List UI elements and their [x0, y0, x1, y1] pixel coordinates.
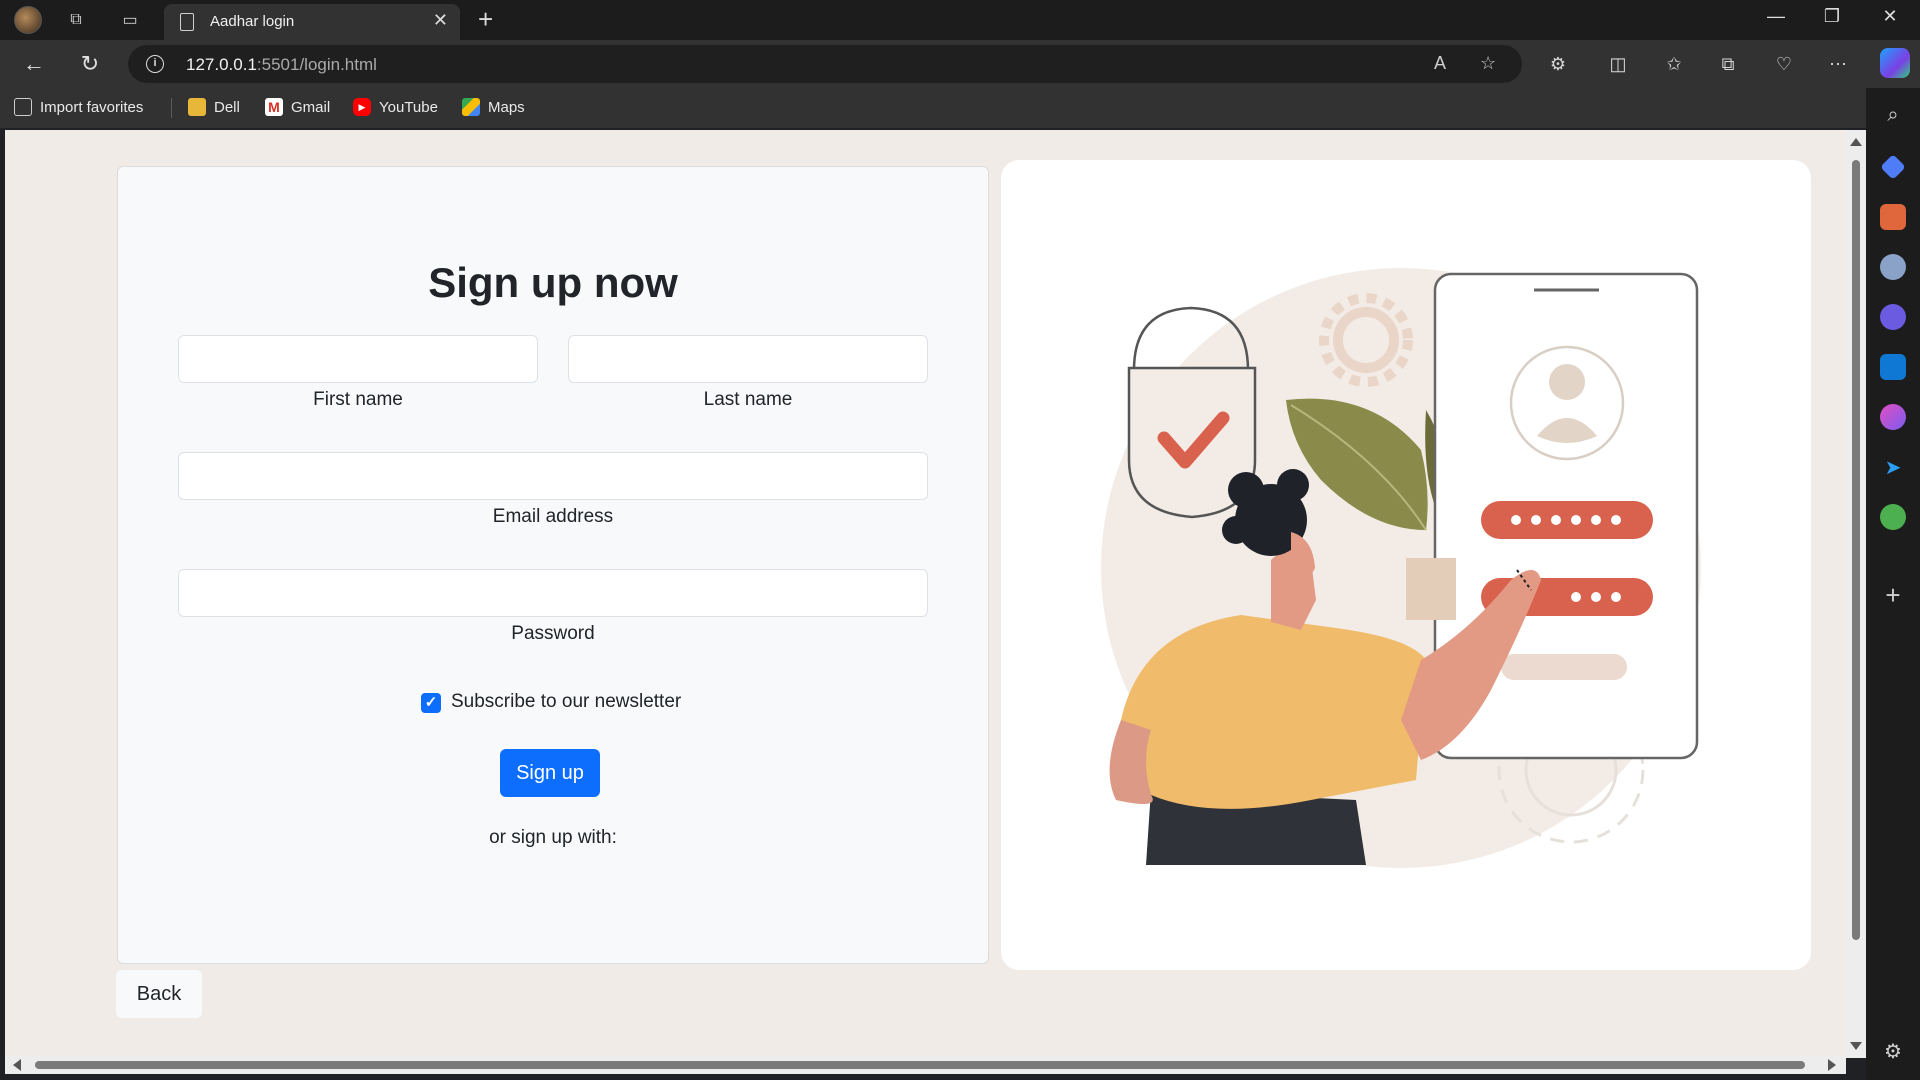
first-name-input[interactable]: [178, 335, 538, 383]
youtube-icon: ▶: [353, 98, 371, 116]
profile-avatar[interactable]: [14, 6, 42, 34]
vertical-scrollbar[interactable]: [1846, 130, 1866, 1058]
password-label: Password: [511, 623, 595, 644]
restore-button[interactable]: ❐: [1812, 6, 1852, 27]
info-icon[interactable]: i: [146, 55, 164, 73]
bookmarks-divider: [171, 98, 172, 118]
url-text: 127.0.0.1:5501/login.html: [186, 55, 377, 74]
newsletter-label[interactable]: Subscribe to our newsletter: [451, 691, 681, 713]
signup-card: Sign up now First name Last name Email a…: [117, 166, 989, 964]
extensions-icon[interactable]: ⚙: [1544, 50, 1572, 78]
send-icon[interactable]: ➤: [1880, 454, 1906, 480]
email-label: Email address: [492, 506, 614, 527]
vertical-scroll-thumb[interactable]: [1852, 160, 1860, 940]
bookmark-dell[interactable]: Dell: [188, 98, 240, 116]
more-icon[interactable]: ⋯: [1824, 50, 1852, 78]
read-aloud-icon[interactable]: A: [1434, 53, 1446, 74]
bookmark-gmail[interactable]: M Gmail: [265, 98, 330, 116]
copilot-icon[interactable]: [1880, 48, 1910, 78]
password-field[interactable]: [178, 569, 928, 617]
split-screen-icon[interactable]: ◫: [1604, 50, 1632, 78]
signup-illustration: [1001, 160, 1811, 970]
back-button[interactable]: Back: [116, 970, 202, 1018]
email-field[interactable]: [178, 452, 928, 500]
alt-signup-text: or sign up with:: [489, 827, 617, 848]
tab-aadhar-login[interactable]: Aadhar login ✕: [164, 4, 460, 40]
bookmark-youtube[interactable]: ▶ YouTube: [353, 98, 438, 116]
back-arrow-icon[interactable]: ←: [20, 50, 48, 78]
person-shirt: [1121, 615, 1426, 809]
maps-icon: [462, 98, 480, 116]
folder-icon: [188, 98, 206, 116]
tab-title: Aadhar login: [210, 13, 295, 30]
newsletter-checkbox[interactable]: ✓: [421, 693, 441, 713]
favorites-icon[interactable]: ✩: [1660, 50, 1688, 78]
tag-icon[interactable]: [1880, 154, 1906, 180]
last-name-input[interactable]: [568, 335, 928, 383]
scroll-down-icon[interactable]: [1850, 1042, 1862, 1050]
security-login-illustration: [1101, 268, 1701, 868]
tree-icon[interactable]: [1880, 504, 1906, 530]
navigation-bar: ← ↻ i 127.0.0.1:5501/login.html A ☆ ⚙ ◫ …: [0, 40, 1920, 88]
last-name-label: Last name: [703, 389, 793, 410]
bookmarks-bar: Import favorites Dell M Gmail ▶ YouTube …: [0, 88, 1880, 128]
vertical-tabs-icon[interactable]: ▭: [118, 8, 142, 32]
first-name-label: First name: [313, 389, 403, 410]
bookmark-maps[interactable]: Maps: [462, 98, 525, 116]
health-icon[interactable]: ♡: [1770, 50, 1798, 78]
scroll-left-icon[interactable]: [13, 1059, 21, 1071]
copilot-sidebar-icon[interactable]: [1880, 304, 1906, 330]
placeholder-bar: [1501, 654, 1627, 680]
gmail-icon: M: [265, 98, 283, 116]
import-favorites-link[interactable]: Import favorites: [14, 98, 143, 116]
outlook-icon[interactable]: [1880, 354, 1906, 380]
checkmark-icon: ✓: [424, 694, 438, 711]
close-tab-icon[interactable]: ✕: [433, 10, 448, 31]
password-dots-field-1: [1481, 501, 1653, 539]
page-viewport: Sign up now First name Last name Email a…: [5, 130, 1846, 1074]
plus-icon[interactable]: +: [1880, 580, 1906, 610]
address-bar[interactable]: i 127.0.0.1:5501/login.html A ☆: [128, 45, 1522, 83]
horizontal-scroll-thumb[interactable]: [35, 1061, 1805, 1069]
horizontal-scrollbar[interactable]: [5, 1056, 1846, 1074]
settings-icon[interactable]: ⚙: [1880, 1038, 1906, 1064]
new-tab-button[interactable]: +: [478, 4, 493, 35]
star-icon[interactable]: ☆: [1480, 53, 1496, 74]
collections-icon[interactable]: ⧉: [1714, 50, 1742, 78]
games-icon[interactable]: [1880, 254, 1906, 280]
scroll-up-icon[interactable]: [1850, 138, 1862, 146]
workspaces-icon[interactable]: ⧉: [64, 8, 88, 32]
tab-bar: ⧉ ▭ Aadhar login ✕ + — ❐ ✕: [0, 0, 1920, 40]
decor-block: [1406, 558, 1456, 620]
search-icon[interactable]: ⌕: [1880, 102, 1906, 128]
toolbox-icon[interactable]: [1880, 204, 1906, 230]
import-icon: [14, 98, 32, 116]
designer-icon[interactable]: [1880, 404, 1906, 430]
page-icon: [180, 13, 194, 31]
page-title: Sign up now: [428, 259, 678, 306]
signup-button[interactable]: Sign up: [500, 749, 600, 797]
minimize-button[interactable]: —: [1756, 6, 1796, 27]
edge-sidebar: ⌕ ➤ + ⚙: [1866, 88, 1920, 1080]
close-window-button[interactable]: ✕: [1870, 6, 1910, 27]
scroll-right-icon[interactable]: [1828, 1059, 1836, 1071]
refresh-icon[interactable]: ↻: [76, 50, 104, 78]
